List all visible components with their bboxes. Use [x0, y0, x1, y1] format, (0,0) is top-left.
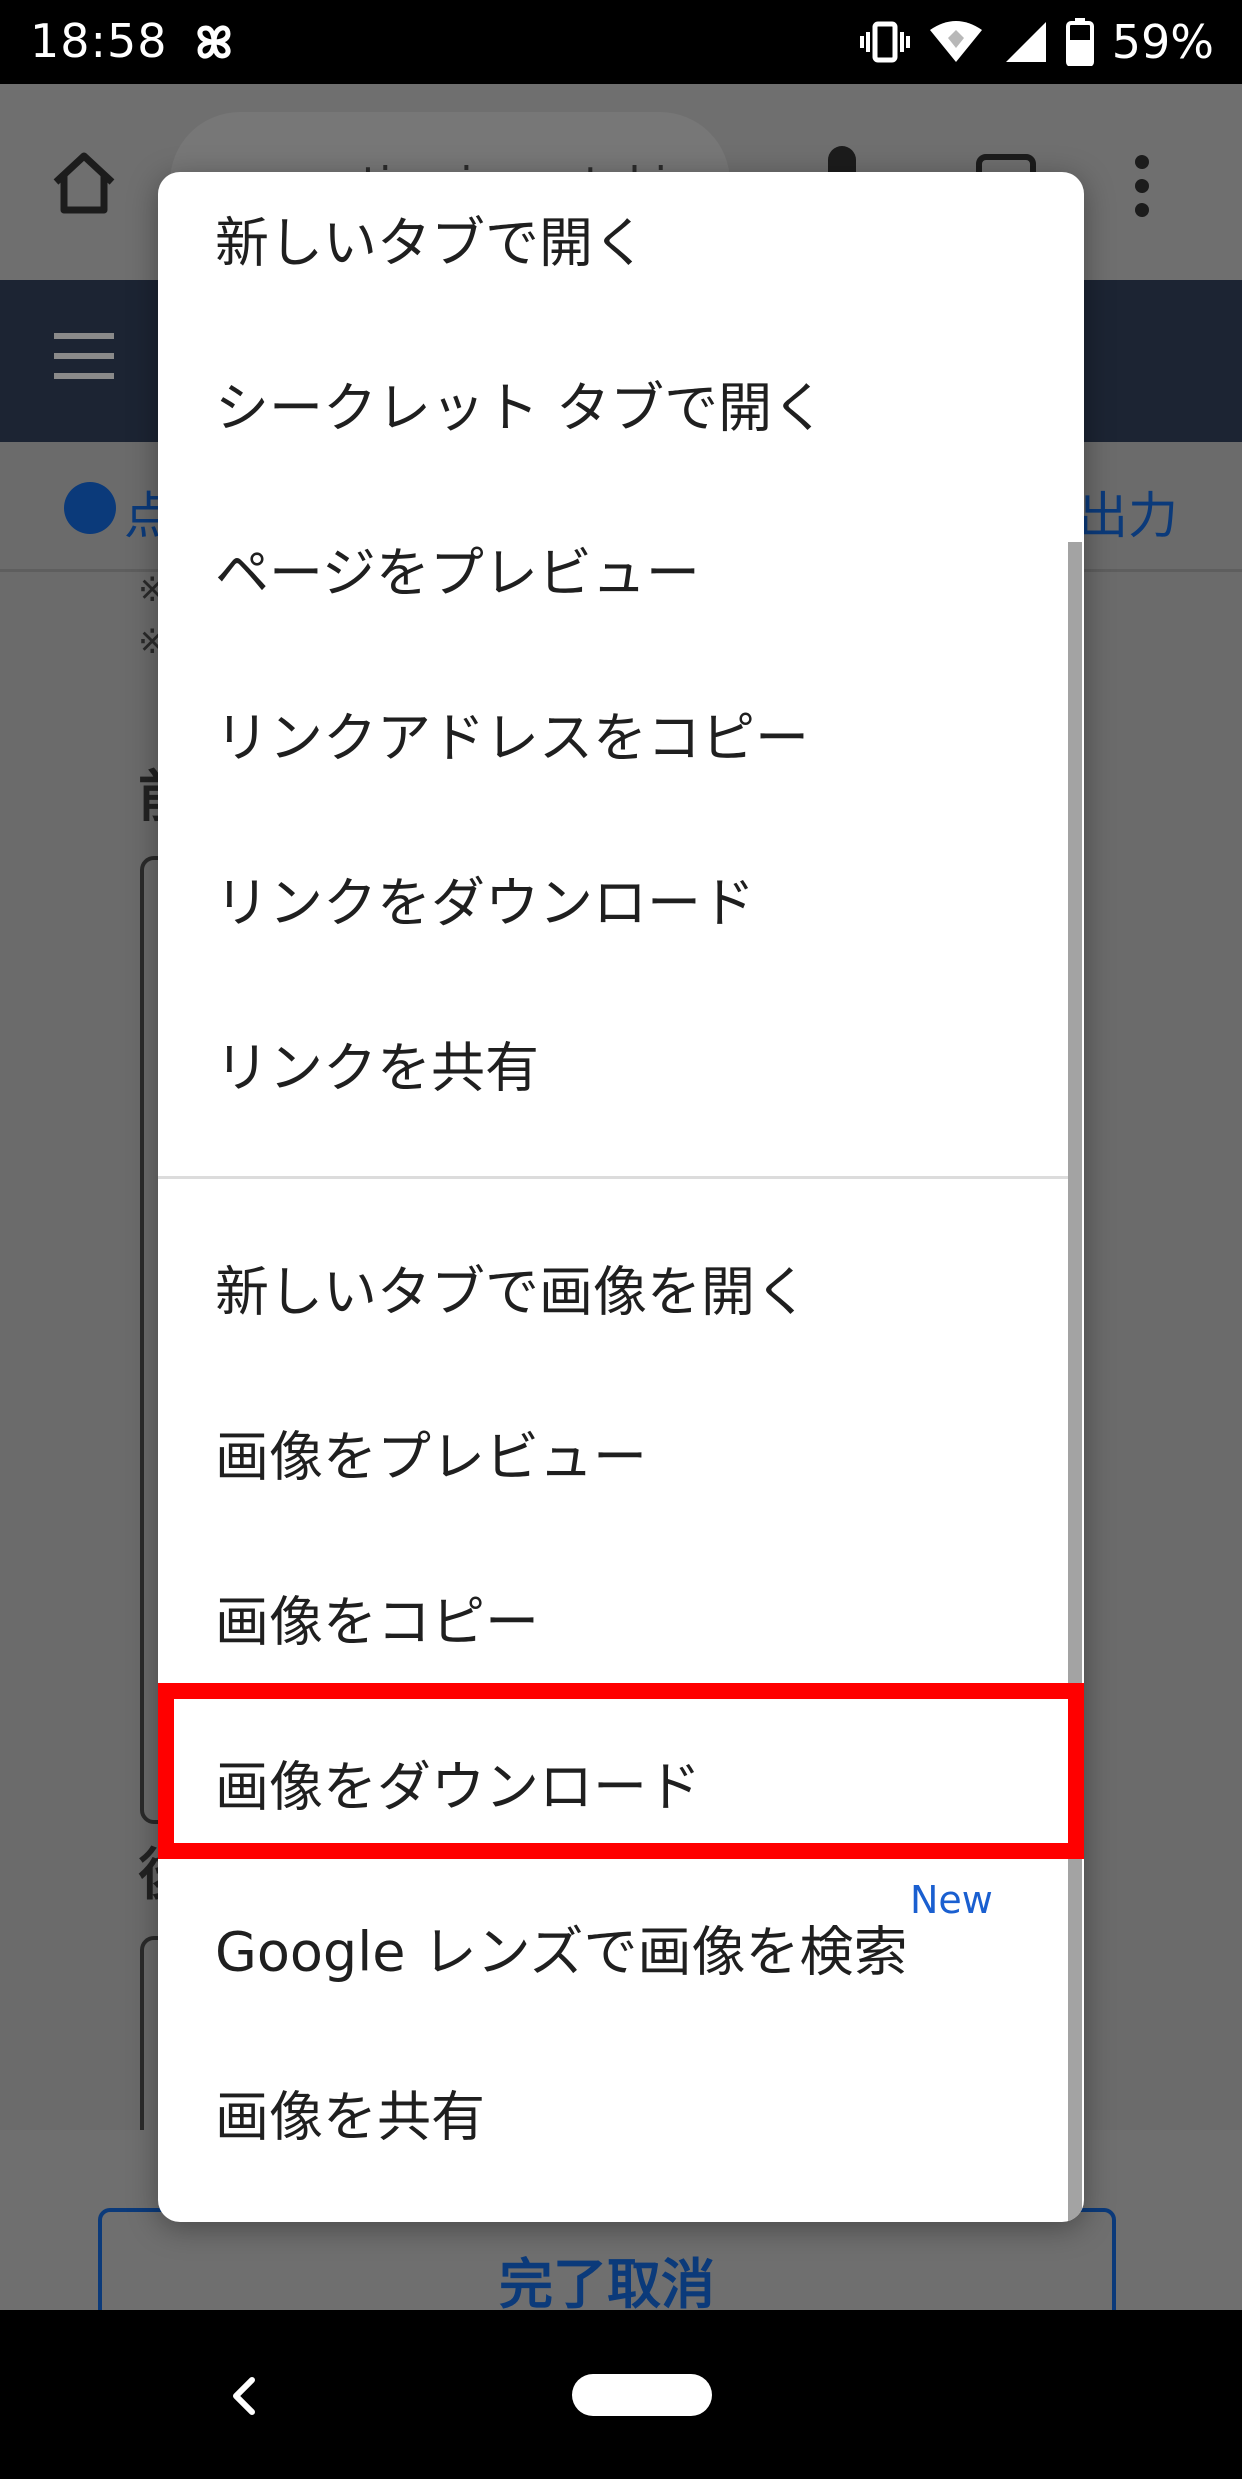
battery-icon [1065, 18, 1094, 66]
menu-item-open-incognito-tab[interactable]: シークレット タブで開く [158, 320, 1068, 485]
back-circle-icon[interactable] [64, 482, 116, 534]
menu-item-open-new-tab[interactable]: 新しいタブで開く [158, 172, 1068, 320]
battery-percent: 59% [1111, 15, 1214, 69]
status-icons: 59% [859, 12, 1214, 72]
sub-nav-right-link[interactable]: 出力 [1078, 476, 1178, 548]
menu-item-label: シークレット タブで開く [215, 376, 827, 439]
menu-item-label: 画像をダウンロード [215, 1755, 701, 1818]
more-vert-icon[interactable] [1130, 150, 1154, 222]
system-navigation-bar [0, 2310, 1242, 2479]
hamburger-menu-icon[interactable] [52, 330, 116, 382]
status-bar: 18:58 59% [0, 0, 1242, 84]
wifi-icon [929, 21, 982, 62]
menu-item-label: 画像をコピー [215, 1590, 539, 1653]
menu-scrollbar[interactable] [1068, 542, 1082, 2222]
vibrate-icon [859, 21, 910, 63]
menu-item-copy-image[interactable]: 画像をコピー [158, 1534, 1068, 1699]
back-nav-icon[interactable] [222, 2366, 262, 2426]
menu-item-share-image[interactable]: 画像を共有 [158, 2029, 1068, 2194]
menu-item-share-link[interactable]: リンクを共有 [158, 980, 1068, 1145]
menu-item-label: 画像をプレビュー [215, 1425, 647, 1488]
menu-item-copy-link-address[interactable]: リンクアドレスをコピー [158, 650, 1068, 815]
menu-item-download-link[interactable]: リンクをダウンロード [158, 815, 1068, 980]
menu-item-open-image-new-tab[interactable]: 新しいタブで画像を開く [158, 1204, 1068, 1369]
menu-item-label: 画像を共有 [215, 2085, 485, 2148]
menu-item-label: リンクアドレスをコピー [215, 706, 809, 769]
menu-item-label: Google レンズで画像を検索 [215, 1920, 908, 1983]
menu-item-search-image-google-lens[interactable]: Google レンズで画像を検索 New [158, 1864, 1068, 2029]
complete-cancel-button[interactable]: 完了取消 [98, 2208, 1116, 2310]
menu-item-label: リンクを共有 [215, 1036, 539, 1099]
new-badge: New [910, 1878, 993, 1922]
menu-item-label: ページをプレビュー [215, 541, 700, 604]
menu-item-label: 新しいタブで開く [215, 211, 647, 274]
menu-item-preview-page[interactable]: ページをプレビュー [158, 485, 1068, 650]
menu-item-label: リンクをダウンロード [215, 871, 755, 934]
menu-divider [158, 1176, 1068, 1179]
menu-item-label: 新しいタブで画像を開く [215, 1260, 809, 1323]
home-icon[interactable] [48, 146, 120, 218]
pinwheel-icon [197, 25, 231, 59]
menu-item-download-image[interactable]: 画像をダウンロード [158, 1699, 1068, 1864]
status-time: 18:58 [30, 14, 168, 68]
menu-item-preview-image[interactable]: 画像をプレビュー [158, 1369, 1068, 1534]
signal-icon [1005, 22, 1046, 62]
home-pill-button[interactable] [572, 2374, 712, 2416]
complete-cancel-label: 完了取消 [499, 2253, 715, 2310]
context-menu: 新しいタブで開く シークレット タブで開く ページをプレビュー リンクアドレスを… [158, 172, 1084, 2222]
